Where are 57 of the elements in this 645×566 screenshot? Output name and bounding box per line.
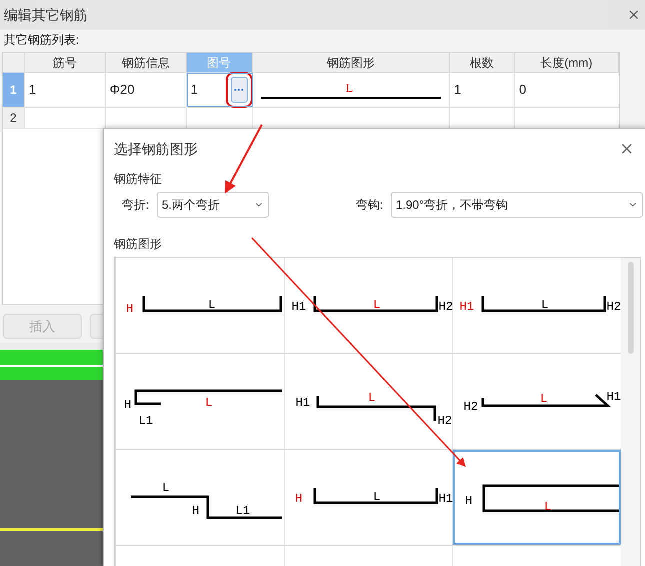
dimension-label: H2: [464, 400, 479, 414]
bend-dropdown[interactable]: 5.两个弯折: [157, 192, 269, 218]
shape-option[interactable]: H1 L H2: [453, 258, 621, 353]
window-title: 编辑其它钢筋: [4, 6, 88, 24]
section-label: 钢筋特征: [114, 170, 163, 188]
annotation-arrow: [225, 124, 263, 194]
table-cell-text: 1: [454, 81, 462, 100]
dimension-label: H: [295, 492, 302, 506]
dialog-title: 选择钢筋图形: [114, 140, 198, 159]
close-icon[interactable]: [627, 8, 641, 22]
shape-option[interactable]: H1 L H2: [284, 258, 452, 353]
dimension-label: H: [126, 302, 134, 316]
dimension-label: H1: [291, 300, 306, 314]
table-cell-text: 1: [28, 81, 36, 100]
dimension-label: L: [368, 390, 376, 405]
dimension-label: L: [540, 392, 548, 406]
dimension-label: L1: [236, 504, 250, 518]
dimension-label: H2: [437, 414, 452, 428]
shape-option[interactable]: H L: [116, 258, 284, 353]
dimension-label: L: [162, 480, 170, 495]
dimension-label: L: [373, 490, 380, 504]
shape-option[interactable]: H L L1: [116, 354, 284, 449]
column-header[interactable]: 长度(mm): [515, 53, 619, 72]
field-label: 弯钩:: [356, 196, 384, 214]
dimension-label: H1: [295, 396, 310, 410]
dimension-label: H2: [438, 300, 453, 314]
field-label: 弯折:: [122, 196, 150, 214]
dimension-label: L: [346, 81, 354, 95]
dimension-label: H: [124, 398, 132, 412]
dimension-label: L1: [138, 414, 154, 428]
dimension-label: L: [373, 298, 380, 312]
dimension-label: L: [205, 396, 213, 410]
shape-option[interactable]: H2 L H1: [453, 354, 621, 449]
dimension-label: H: [192, 504, 200, 518]
column-header[interactable]: 根数: [450, 53, 516, 72]
dimension-label: H1: [607, 390, 622, 404]
column-header[interactable]: 筋号: [24, 53, 106, 72]
dimension-label: L: [544, 500, 552, 514]
shape-option[interactable]: H L: [453, 450, 621, 545]
dimension-label: L: [208, 298, 216, 312]
table-cell-text: Φ20: [110, 81, 135, 100]
dimension-label: H1: [460, 300, 475, 314]
shape-option[interactable]: H1 L H2: [284, 354, 452, 449]
dimension-label: H2: [607, 300, 622, 314]
scrollbar[interactable]: [621, 258, 640, 566]
shape-option[interactable]: L H L1: [116, 450, 284, 545]
dimension-label: H: [466, 494, 473, 508]
hook-dropdown[interactable]: 1.90°弯折，不带弯钩: [391, 192, 643, 218]
column-header[interactable]: 钢筋图形: [252, 53, 450, 72]
table-cell-text: 0: [519, 81, 526, 100]
table-cell-text: 1: [190, 81, 198, 100]
list-label: 其它钢筋列表:: [4, 32, 80, 49]
dimension-label: L: [542, 298, 549, 312]
section-label: 钢筋图形: [114, 236, 163, 253]
dimension-label: H1: [438, 492, 453, 506]
shape-option[interactable]: H L H1: [284, 450, 452, 545]
row-number[interactable]: 2: [3, 108, 25, 128]
